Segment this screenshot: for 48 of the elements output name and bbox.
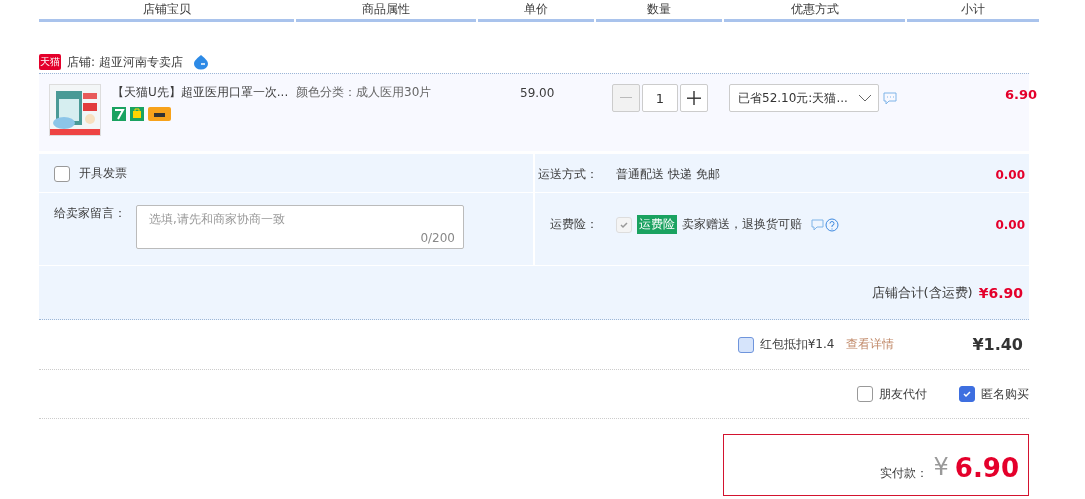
- column-header: 小计: [907, 0, 1039, 22]
- coupon-label: 红包抵扣¥1.4: [759, 336, 835, 353]
- currency-sign: ¥: [933, 453, 949, 481]
- shipping-label: 运送方式：: [537, 166, 599, 183]
- product-attribute: 颜色分类：成人医用30片: [296, 84, 433, 101]
- character-counter: 0/200: [420, 231, 455, 245]
- subtotal: 6.90: [1004, 87, 1037, 102]
- shop-name[interactable]: 店铺: 超亚河南专卖店: [67, 53, 183, 71]
- plus-icon: [687, 91, 701, 105]
- payment-amount: 6.90: [954, 453, 1019, 483]
- column-header: 优惠方式: [724, 0, 905, 22]
- minus-icon: [620, 97, 632, 99]
- coupon-checkbox[interactable]: [737, 336, 754, 353]
- column-header: 商品属性: [296, 0, 476, 22]
- option-checkbox[interactable]: [959, 386, 975, 402]
- product-title[interactable]: 【天猫U先】超亚医用口罩一次...: [112, 85, 289, 99]
- shop-total-label: 店铺合计(含运费): [871, 283, 973, 302]
- option-label: 匿名购买: [981, 385, 1029, 403]
- comment-icon[interactable]: [883, 92, 897, 105]
- unit-price: 59.00: [520, 86, 555, 100]
- column-header: 单价: [478, 0, 594, 22]
- promotion-dropdown[interactable]: 已省52.10元:天猫...: [729, 84, 879, 112]
- insurance-tag: 运费险: [637, 215, 677, 234]
- bag-icon: [130, 107, 144, 121]
- insurance-label: 运费险：: [549, 216, 599, 233]
- option-label: 朋友代付: [879, 385, 927, 403]
- invoice-checkbox[interactable]: [54, 165, 70, 182]
- chat-icon[interactable]: [192, 54, 209, 70]
- shipping-fee: 0.00: [995, 167, 1025, 182]
- plus-button[interactable]: [680, 84, 708, 112]
- shop-total-amount: ¥6.90: [978, 284, 1023, 301]
- comment-icon[interactable]: [811, 217, 839, 232]
- quantity-field[interactable]: 1: [642, 84, 678, 112]
- seven-day-icon: [112, 107, 126, 121]
- invoice-label: 开具发票: [79, 165, 127, 182]
- insurance-description: 卖家赠送，退换货可赔: [682, 216, 802, 233]
- column-header: 数量: [596, 0, 722, 22]
- tmall-badge: 天猫: [39, 54, 61, 70]
- shipping-method: 普通配送 快递 免邮: [616, 166, 721, 183]
- message-label: 给卖家留言：: [54, 205, 126, 222]
- card-icon: [148, 107, 171, 121]
- option-checkbox[interactable]: [857, 386, 873, 402]
- insurance-fee: 0.00: [995, 217, 1025, 232]
- coupon-amount: ¥1.40: [972, 335, 1024, 354]
- column-header: 店铺宝贝: [39, 0, 294, 22]
- payment-label: 实付款：: [879, 465, 928, 482]
- check-icon: [962, 389, 972, 399]
- chevron-down-icon: [858, 94, 872, 102]
